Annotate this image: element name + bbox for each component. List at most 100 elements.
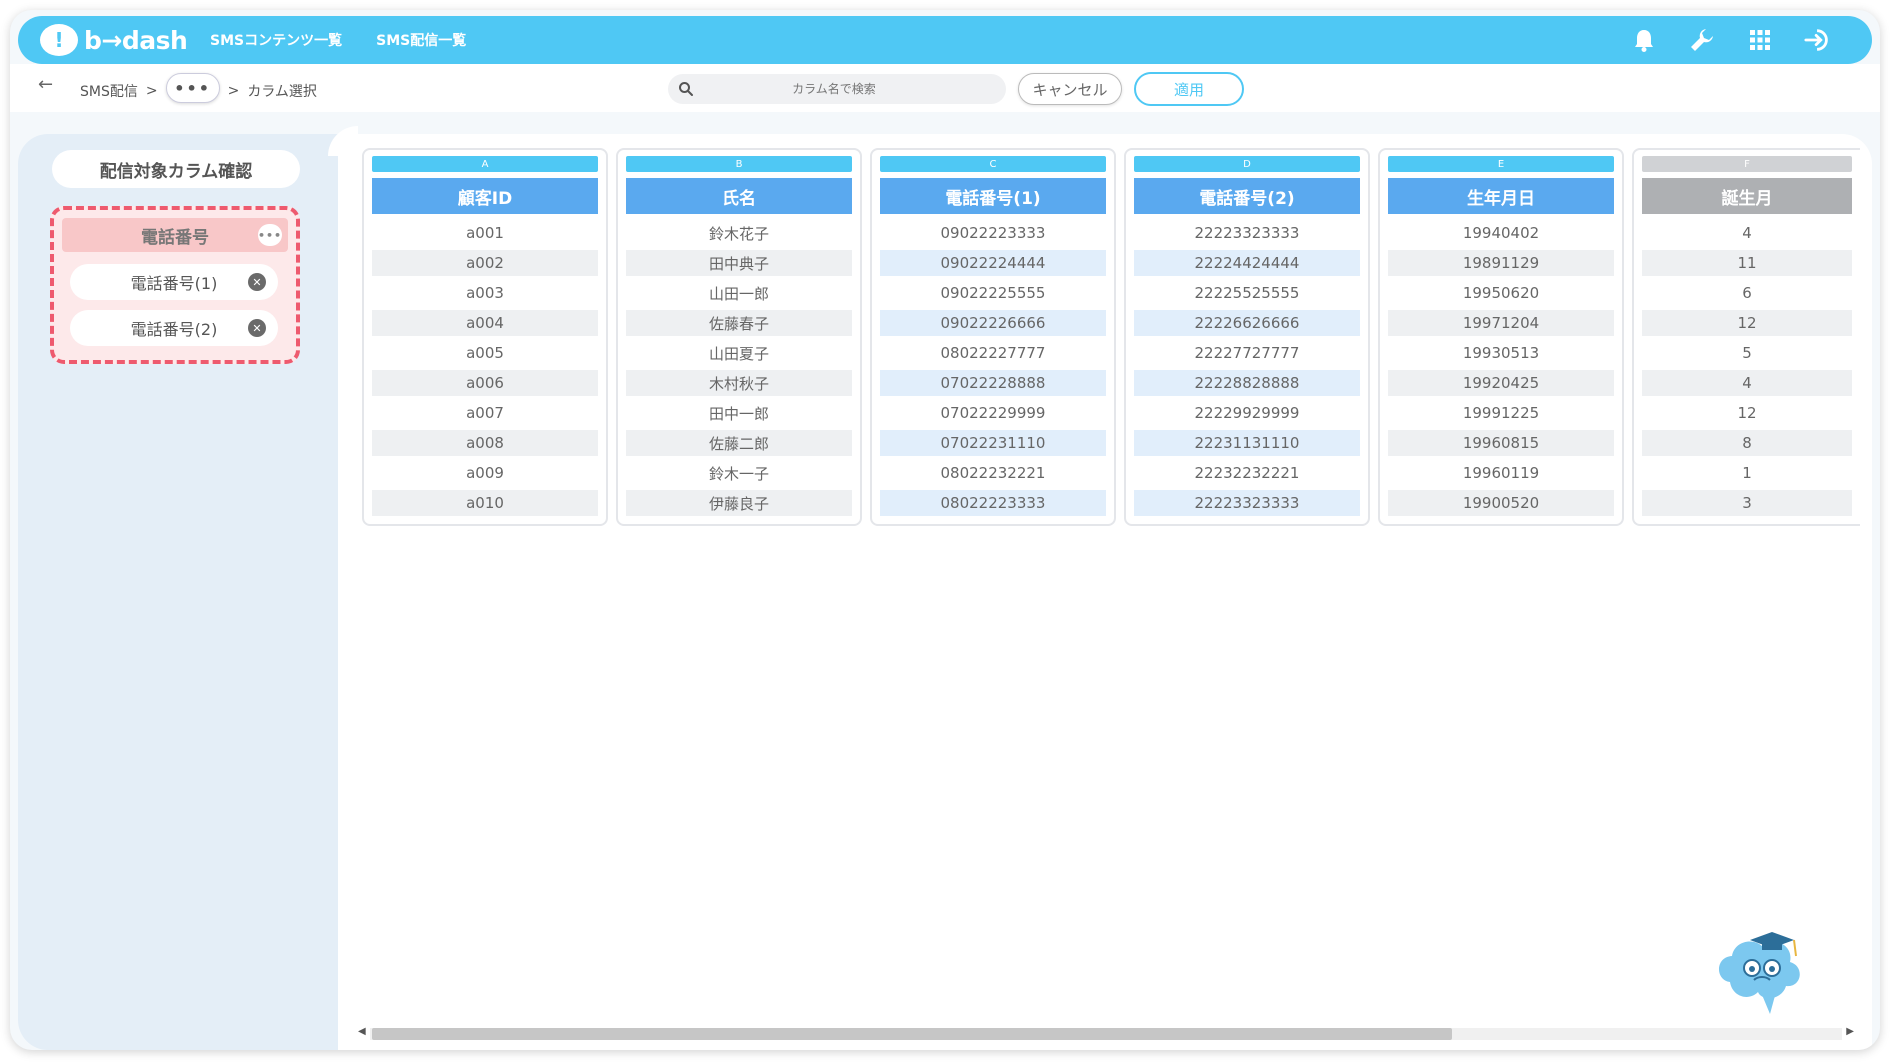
table-cell: 木村秋子 — [626, 370, 852, 396]
wrench-icon[interactable] — [1688, 26, 1716, 54]
breadcrumb-current: カラム選択 — [247, 84, 317, 100]
table-cell: 1 — [1742, 464, 1752, 482]
table-cell: 22223323333 — [1194, 224, 1300, 242]
table-cell: a001 — [466, 224, 504, 242]
table-cell: 22227727777 — [1194, 344, 1300, 362]
table-cell: 22232232221 — [1194, 464, 1300, 482]
column-letter: B — [626, 156, 852, 172]
remove-icon[interactable]: ✕ — [248, 273, 266, 291]
column-header[interactable]: 氏名 — [626, 178, 852, 214]
column-group[interactable]: 電話番号 ••• 電話番号(1) ✕ 電話番号(2) ✕ — [50, 206, 300, 364]
column-letter: A — [372, 156, 598, 172]
column-letter: C — [880, 156, 1106, 172]
column-card[interactable]: F 誕生月 4 11 6 12 5 4 12 8 1 3 — [1632, 148, 1860, 526]
breadcrumb-sep: > — [227, 83, 240, 99]
search-icon — [668, 81, 704, 97]
left-panel: 配信対象カラム確認 電話番号 ••• 電話番号(1) ✕ 電話番号(2) ✕ — [18, 134, 338, 1050]
chip-label: 電話番号(1) — [130, 274, 218, 293]
group-more-button[interactable]: ••• — [258, 224, 282, 246]
table-cell: a002 — [372, 250, 598, 276]
table-cell: 22223323333 — [1134, 490, 1360, 516]
table-cell: 09022224444 — [880, 250, 1106, 276]
table-cell: 08022227777 — [940, 344, 1046, 362]
table-cell: 鈴木一子 — [708, 464, 769, 483]
column-letter: E — [1388, 156, 1614, 172]
nav-sms-contents[interactable]: SMSコンテンツ一覧 — [210, 30, 342, 50]
table-cell: 19991225 — [1462, 404, 1540, 422]
column-card[interactable]: B 氏名 鈴木花子 田中典子 山田一郎 佐藤春子 山田夏子 木村秋子 田中一郎 佐藤二郎 鈴木一子伊… — [616, 148, 862, 526]
column-header[interactable]: 顧客ID — [372, 178, 598, 214]
table-cell: 22226626666 — [1134, 310, 1360, 336]
mascot-icon[interactable] — [1710, 922, 1810, 1026]
column-card[interactable]: A 顧客ID a001 a002 a003 a004 a005 a006 a007 a008 a00… — [362, 148, 608, 526]
logo[interactable]: ! b→dash — [40, 22, 188, 58]
table-cell: 5 — [1742, 344, 1752, 362]
table-cell: 08022223333 — [880, 490, 1106, 516]
apply-button[interactable]: 適用 — [1134, 72, 1244, 106]
scroll-thumb[interactable] — [372, 1028, 1452, 1040]
search-input[interactable] — [704, 82, 964, 96]
breadcrumb-more-button[interactable]: ••• — [165, 73, 220, 103]
nav-sms-delivery[interactable]: SMS配信一覧 — [376, 30, 466, 50]
table-cell: 09022225555 — [940, 284, 1046, 302]
table-cell: 19960119 — [1462, 464, 1540, 482]
table-cell: 22225525555 — [1194, 284, 1300, 302]
table-cell: 田中一郎 — [708, 404, 769, 423]
search-box — [668, 74, 1006, 104]
horizontal-scrollbar[interactable]: ◀ ▶ — [356, 1026, 1856, 1042]
table-cell: 09022226666 — [880, 310, 1106, 336]
table-cell: a010 — [372, 490, 598, 516]
breadcrumb-sep: > — [145, 83, 158, 99]
cancel-button[interactable]: キャンセル — [1018, 73, 1122, 105]
table-cell: 佐藤春子 — [626, 310, 852, 336]
column-card[interactable]: D 電話番号(2) 22223323333 22224424444 2222552555… — [1124, 148, 1370, 526]
table-cell: 3 — [1642, 490, 1852, 516]
column-letter: F — [1642, 156, 1852, 172]
panel-title: 配信対象カラム確認 — [52, 150, 300, 188]
scroll-left-icon[interactable]: ◀ — [358, 1026, 366, 1037]
top-icons — [1630, 16, 1832, 64]
table-cell: 19960815 — [1388, 430, 1614, 456]
chip-label: 電話番号(2) — [130, 320, 218, 339]
table-cell: 19971204 — [1388, 310, 1614, 336]
table-cell: a006 — [372, 370, 598, 396]
group-column-chip[interactable]: 電話番号(2) ✕ — [70, 310, 278, 346]
table-cell: 4 — [1642, 370, 1852, 396]
table-cell: 22229929999 — [1194, 404, 1300, 422]
group-column-chip[interactable]: 電話番号(1) ✕ — [70, 264, 278, 300]
column-header[interactable]: 電話番号(2) — [1134, 178, 1360, 214]
table-cell: 11 — [1642, 250, 1852, 276]
table-cell: 12 — [1737, 404, 1757, 422]
table-cell: 山田夏子 — [708, 344, 769, 363]
table-cell: a009 — [466, 464, 504, 482]
table-cell: 伊藤良子 — [626, 490, 852, 516]
back-arrow-icon[interactable]: ← — [38, 74, 53, 95]
table-cell: 田中典子 — [626, 250, 852, 276]
logo-icon: ! — [40, 24, 78, 56]
logout-icon[interactable] — [1804, 26, 1832, 54]
table-cell: 22231131110 — [1134, 430, 1360, 456]
table-cell: 09022223333 — [940, 224, 1046, 242]
table-cell: 22228828888 — [1134, 370, 1360, 396]
column-header[interactable]: 生年月日 — [1388, 178, 1614, 214]
breadcrumb-root[interactable]: SMS配信 — [80, 81, 138, 101]
table-cell: 19940402 — [1462, 224, 1540, 242]
column-card[interactable]: E 生年月日 19940402 19891129 19950620 19971204 199… — [1378, 148, 1624, 526]
scroll-right-icon[interactable]: ▶ — [1846, 1026, 1854, 1037]
remove-icon[interactable]: ✕ — [248, 319, 266, 337]
top-bar: ! b→dash SMSコンテンツ一覧 SMS配信一覧 — [18, 16, 1872, 64]
table-cell: 19930513 — [1462, 344, 1540, 362]
column-card[interactable]: C 電話番号(1) 09022223333 09022224444 0902222555… — [870, 148, 1116, 526]
bell-icon[interactable] — [1630, 26, 1658, 54]
table-cell: 鈴木花子 — [708, 224, 769, 243]
table-cell: 07022231110 — [880, 430, 1106, 456]
group-name: 電話番号 — [141, 227, 209, 248]
grid-menu-icon[interactable] — [1746, 26, 1774, 54]
table-cell: 12 — [1642, 310, 1852, 336]
table-cell: 6 — [1742, 284, 1752, 302]
column-table-area: A 顧客ID a001 a002 a003 a004 a005 a006 a007 a008 a00… — [338, 134, 1872, 1050]
column-header[interactable]: 誕生月 — [1642, 178, 1852, 214]
column-header[interactable]: 電話番号(1) — [880, 178, 1106, 214]
group-header[interactable]: 電話番号 ••• — [62, 218, 288, 252]
table-cell: 19900520 — [1388, 490, 1614, 516]
